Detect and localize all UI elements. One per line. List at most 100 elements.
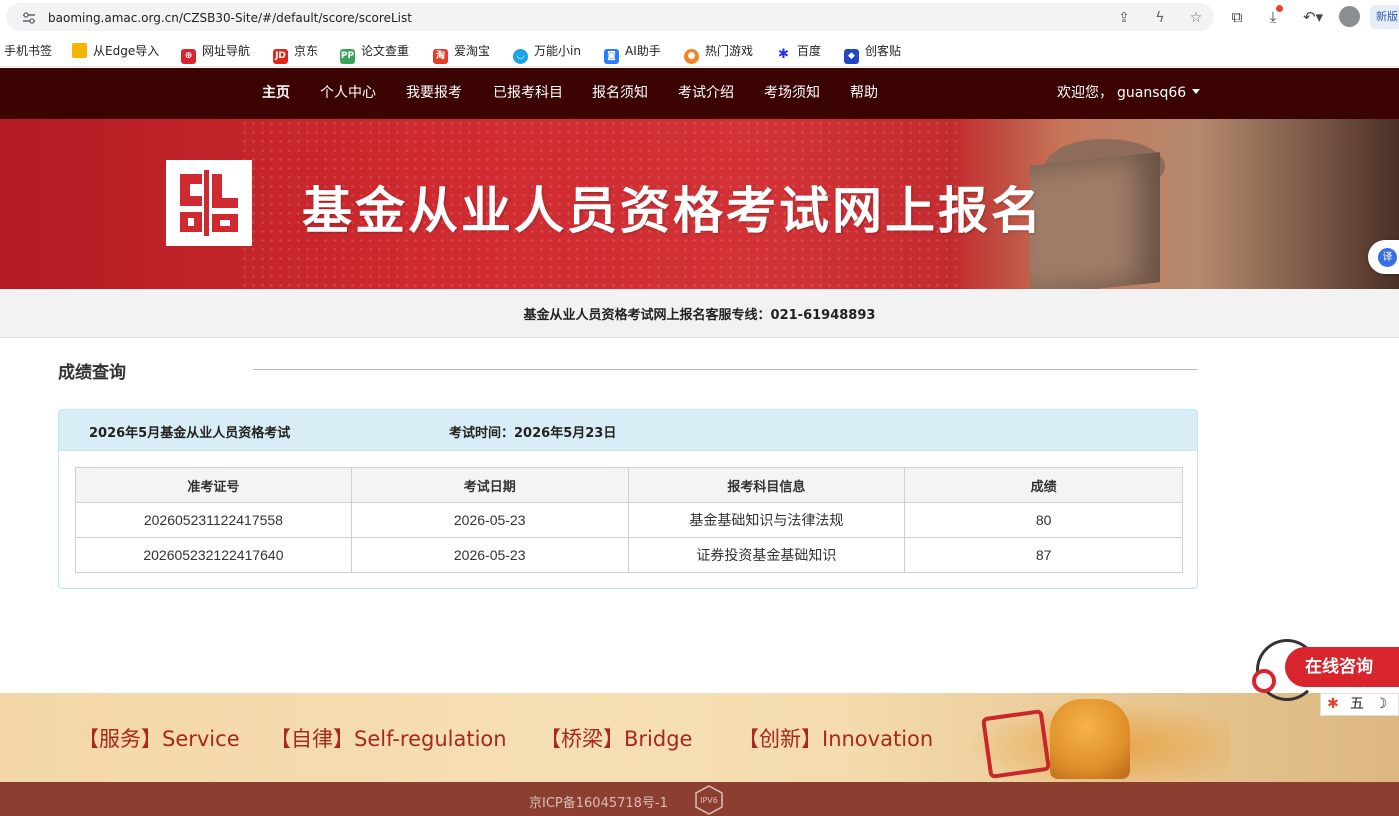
exam-panel: 2026年5月基金从业人员资格考试 考试时间：2026年5月23日 准考证号 考…: [58, 409, 1198, 589]
exam-name: 2026年5月基金从业人员资格考试: [89, 426, 291, 441]
exam-date-cell: 2026-05-23: [350, 537, 629, 573]
subject-cell: 证券投资基金基础知识: [627, 537, 906, 573]
bookmark-edge-import[interactable]: 从Edge导入: [72, 42, 159, 60]
folder-icon: [72, 43, 87, 58]
admission-no-cell: 202605232122417640: [75, 537, 352, 573]
bookmark-label: 创客贴: [865, 44, 902, 58]
bookmark-nav[interactable]: ⊕ 网址导航: [181, 42, 250, 64]
welcome-text: 欢迎您，: [1057, 85, 1113, 101]
nav-icon: ⊕: [181, 49, 196, 64]
notification-dot: [1276, 5, 1283, 12]
bookmark-label: 手机书签: [4, 44, 53, 58]
column-header-admission-no: 准考证号: [75, 467, 352, 503]
motto-innovation: 【创新】Innovation: [738, 727, 934, 751]
pp-icon: PP: [340, 49, 355, 64]
bookmark-wanneng[interactable]: ◡ 万能小in: [513, 42, 581, 64]
exam-time-label: 考试时间：: [449, 426, 515, 441]
game-icon: ●: [684, 49, 699, 64]
url-text[interactable]: baoming.amac.org.cn/CZSB30-Site/#/defaul…: [48, 11, 412, 25]
exam-date-cell: 2026-05-23: [350, 502, 629, 538]
footer-seal-icon: [980, 708, 1052, 780]
nav-exam-intro[interactable]: 考试介绍: [678, 68, 734, 119]
exam-time-value: 2026年5月23日: [514, 426, 617, 441]
browser-toolbar: baoming.amac.org.cn/CZSB30-Site/#/defaul…: [0, 0, 1399, 34]
profile-avatar-icon[interactable]: [1339, 6, 1360, 27]
hotline-bar: 基金从业人员资格考试网上报名客服专线：021-61948893: [0, 289, 1399, 338]
bookmark-label: 从Edge导入: [93, 44, 160, 58]
bookmark-label: 百度: [797, 44, 822, 58]
column-header-score: 成绩: [904, 467, 1183, 503]
bookmark-jd[interactable]: JD 京东: [273, 42, 319, 64]
table-row: 202605232122417640 2026-05-23 证券投资基金基础知识…: [75, 537, 1183, 573]
bookmark-label: AI助手: [625, 44, 661, 58]
star-icon[interactable]: ☆: [1187, 10, 1205, 26]
bookmark-taobao[interactable]: 淘爱淘宝: [433, 42, 491, 64]
hotline-text: 基金从业人员资格考试网上报名客服专线：021-61948893: [523, 308, 876, 323]
chevron-down-icon: [1192, 89, 1201, 94]
table-header-row: 准考证号 考试日期 报考科目信息 成绩: [75, 467, 1183, 503]
baidu-paw-icon: ✱: [776, 47, 791, 62]
new-version-button[interactable]: 新版: [1370, 5, 1399, 29]
table-row: 202605231122417558 2026-05-23 基金基础知识与法律法…: [75, 502, 1183, 538]
page-title: 成绩查询: [58, 363, 126, 383]
nav-personal-center[interactable]: 个人中心: [320, 68, 376, 119]
score-cell: 87: [904, 537, 1183, 573]
undo-menu-icon[interactable]: ↶▾: [1298, 6, 1328, 28]
motto-bridge: 【桥梁】Bridge: [540, 727, 693, 751]
chat-icon: ◙: [604, 49, 619, 64]
bookmark-label: 热门游戏: [705, 44, 754, 58]
bookmark-label: 爱淘宝: [454, 44, 491, 58]
bookmark-chuangketie[interactable]: ◆ 创客贴: [844, 42, 902, 64]
bookmark-label: 论文查重: [361, 44, 410, 58]
bookmark-mobile[interactable]: 手机书签: [4, 42, 52, 60]
ime-mode[interactable]: 五: [1345, 694, 1369, 715]
bookmark-ai-assistant[interactable]: ◙ AI助手: [604, 42, 661, 64]
share-icon[interactable]: ⇪: [1115, 10, 1133, 26]
bookmark-baidu[interactable]: ✱ 百度: [776, 42, 822, 62]
online-consult-button[interactable]: 在线咨询: [1285, 647, 1399, 687]
moon-icon[interactable]: ☽: [1369, 694, 1393, 715]
username: guansq66: [1117, 85, 1187, 101]
motto-service: 【服务】Service: [78, 727, 240, 751]
exam-time: 考试时间：2026年5月23日: [449, 422, 616, 441]
site-info-icon[interactable]: [22, 12, 36, 24]
ckt-icon: ◆: [844, 49, 859, 64]
translate-icon: 译: [1378, 248, 1397, 267]
seal-stone: [1030, 152, 1160, 289]
nav-apply[interactable]: 我要报考: [406, 68, 462, 119]
user-menu[interactable]: 欢迎您， guansq66: [1057, 68, 1201, 119]
nav-registration-notice[interactable]: 报名须知: [592, 68, 648, 119]
nav-registered-subjects[interactable]: 已报考科目: [493, 68, 563, 119]
banner: 基金从业人员资格考试网上报名: [0, 119, 1399, 289]
ime-toolbar[interactable]: ✱ 五 ☽: [1320, 693, 1399, 716]
translate-button[interactable]: 译: [1368, 240, 1399, 274]
bookmark-label: 万能小in: [534, 44, 581, 58]
column-header-subject: 报考科目信息: [627, 467, 906, 503]
address-bar[interactable]: baoming.amac.org.cn/CZSB30-Site/#/defaul…: [6, 3, 1214, 31]
nav-venue-notice[interactable]: 考场须知: [764, 68, 820, 119]
score-cell: 80: [904, 502, 1183, 538]
ipv6-label: IPV6: [700, 796, 718, 805]
motto-self-regulation: 【自律】Self-regulation: [270, 727, 507, 751]
consult-mic-icon: [1252, 669, 1276, 693]
nav-home[interactable]: 主页: [262, 68, 290, 119]
subject-cell: 基金基础知识与法律法规: [627, 502, 906, 538]
extensions-icon[interactable]: ⧉: [1226, 6, 1248, 28]
taobao-icon: 淘: [433, 49, 448, 64]
lion-seal-icon: [1050, 699, 1130, 779]
nav-help[interactable]: 帮助: [850, 68, 878, 119]
icp-link[interactable]: 京ICP备16045718号-1: [529, 792, 668, 811]
exam-panel-header: 2026年5月基金从业人员资格考试 考试时间：2026年5月23日: [59, 410, 1197, 451]
jd-icon: JD: [273, 49, 288, 64]
bookmark-games[interactable]: ● 热门游戏: [684, 42, 754, 64]
ipv6-badge-icon: IPV6: [695, 785, 723, 815]
bookmark-paper-check[interactable]: PP 论文查重: [340, 42, 410, 64]
main-nav: 主页 个人中心 我要报考 已报考科目 报名须知 考试介绍 考场须知 帮助 欢迎您…: [0, 68, 1399, 119]
bookmark-label: 京东: [294, 44, 319, 58]
admission-no-cell: 202605231122417558: [75, 502, 352, 538]
paw-icon: ✱: [1327, 696, 1339, 712]
amac-seal-logo: [166, 160, 252, 246]
banner-title: 基金从业人员资格考试网上报名: [302, 181, 1044, 240]
column-header-exam-date: 考试日期: [350, 467, 629, 503]
lightning-icon[interactable]: ϟ: [1151, 10, 1169, 26]
